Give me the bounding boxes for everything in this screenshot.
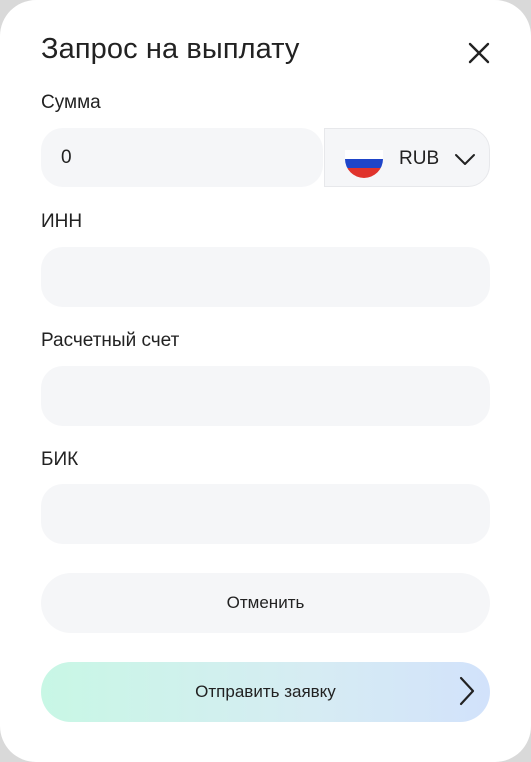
bik-label: БИК (41, 449, 79, 470)
account-label: Расчетный счет (41, 330, 180, 351)
chevron-down-icon (455, 154, 475, 165)
amount-label: Сумма (41, 92, 101, 113)
close-icon[interactable] (464, 38, 494, 68)
submit-request-button[interactable]: Отправить заявку (41, 662, 490, 722)
submit-request-label: Отправить заявку (195, 682, 336, 701)
currency-code: RUB (399, 148, 440, 169)
bik-input[interactable] (41, 484, 490, 544)
cancel-button[interactable]: Отменить (41, 573, 490, 633)
account-input[interactable] (41, 366, 490, 426)
dialog-title: Запрос на выплату (41, 33, 300, 65)
amount-input[interactable] (41, 128, 323, 187)
payout-request-dialog: Запрос на выплату Сумма RUB ИНН Расчетны… (0, 0, 531, 762)
currency-select[interactable]: RUB (324, 128, 490, 187)
inn-label: ИНН (41, 211, 83, 232)
inn-input[interactable] (41, 247, 490, 307)
russia-flag-icon (345, 150, 383, 178)
